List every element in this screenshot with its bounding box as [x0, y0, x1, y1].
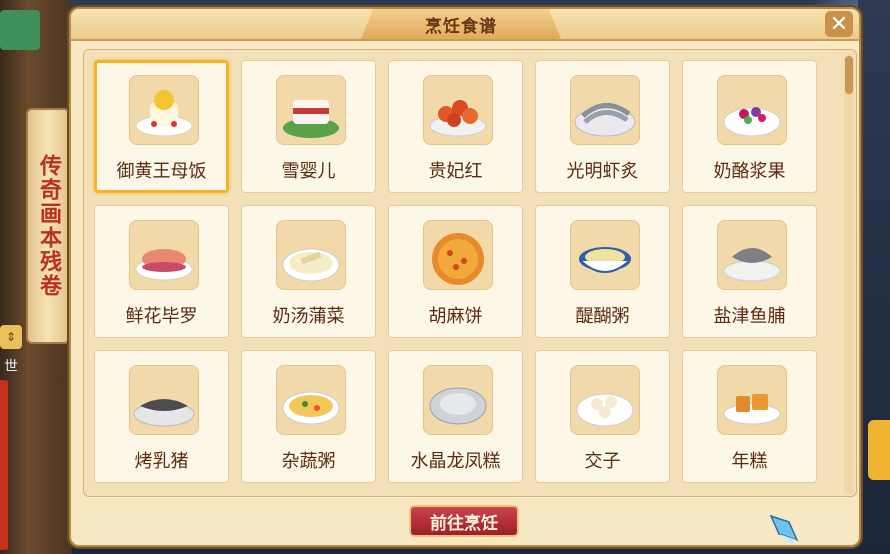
- recipe-cell[interactable]: 奶酪浆果: [682, 60, 817, 193]
- recipe-grid-panel: 御黄王母饭 雪婴儿 贵妃红 光明虾炙 奶酪浆果鲜花毕罗 奶汤蒲菜 胡麻饼 醍醐粥 盐津鱼脯烤乳猪…: [83, 49, 857, 497]
- sesame-pancake-dish-icon: [423, 220, 493, 290]
- recipe-name: 雪婴儿: [281, 161, 336, 182]
- recipe-grid: 御黄王母饭 雪婴儿 贵妃红 光明虾炙 奶酪浆果鲜花毕罗 奶汤蒲菜 胡麻饼 醍醐粥 盐津鱼脯烤乳猪…: [94, 60, 830, 483]
- recipe-cell[interactable]: 雪婴儿: [241, 60, 376, 193]
- scrollbar[interactable]: [844, 54, 854, 494]
- recipe-name: 光明虾炙: [566, 161, 639, 182]
- scrollbar-thumb[interactable]: [845, 56, 853, 94]
- right-hud-icon[interactable]: [868, 420, 890, 480]
- legend-scroll-button[interactable]: 传奇画本残卷: [26, 108, 70, 344]
- go-cook-button[interactable]: 前往烹饪: [409, 505, 519, 537]
- recipe-name: 水晶龙凤糕: [410, 451, 501, 472]
- window-title: 烹饪食谱: [425, 16, 497, 37]
- minimap-corner: [0, 10, 40, 50]
- recipe-cell[interactable]: 贵妃红: [388, 60, 523, 193]
- dumpling-dish-icon: [570, 365, 640, 435]
- crystal-cake-dish-icon: [423, 365, 493, 435]
- recipe-cell[interactable]: 杂蔬粥: [241, 350, 376, 483]
- recipe-cell[interactable]: 年糕: [682, 350, 817, 483]
- grilled-shrimp-dish-icon: [570, 75, 640, 145]
- window-titlebar: 烹饪食谱 ✕: [71, 9, 859, 41]
- title-plate: 烹饪食谱: [361, 9, 561, 39]
- recipe-name: 杂蔬粥: [281, 451, 336, 472]
- close-button[interactable]: ✕: [825, 11, 853, 37]
- white-cake-dish-icon: [276, 75, 346, 145]
- vegetable-porridge-dish-icon: [276, 365, 346, 435]
- close-icon: ✕: [829, 11, 849, 37]
- world-channel-label[interactable]: 世: [4, 356, 18, 376]
- recipe-cell[interactable]: 水晶龙凤糕: [388, 350, 523, 483]
- recipe-name: 胡麻饼: [428, 306, 483, 327]
- updown-arrow-icon[interactable]: ⇕: [0, 325, 22, 349]
- roast-pig-dish-icon: [129, 365, 199, 435]
- berry-bowl-dish-icon: [717, 75, 787, 145]
- dried-fish-dish-icon: [717, 220, 787, 290]
- recipe-name: 醍醐粥: [575, 306, 630, 327]
- recipe-name: 贵妃红: [428, 161, 483, 182]
- recipe-name: 鲜花毕罗: [125, 306, 198, 327]
- recipe-cell[interactable]: 光明虾炙: [535, 60, 670, 193]
- recipe-cell[interactable]: 奶汤蒲菜: [241, 205, 376, 338]
- recipe-cell[interactable]: 盐津鱼脯: [682, 205, 817, 338]
- legend-scroll-label: 传奇画本残卷: [36, 154, 61, 298]
- recipe-cell[interactable]: 御黄王母饭: [94, 60, 229, 193]
- rice-cake-slices-dish-icon: [717, 365, 787, 435]
- crystal-gem-icon[interactable]: [765, 510, 801, 546]
- recipe-name: 盐津鱼脯: [713, 306, 786, 327]
- recipe-name: 奶汤蒲菜: [272, 306, 345, 327]
- recipe-cell[interactable]: 交子: [535, 350, 670, 483]
- rice-cake-dish-icon: [129, 75, 199, 145]
- recipe-cell[interactable]: 烤乳猪: [94, 350, 229, 483]
- milk-soup-dish-icon: [276, 220, 346, 290]
- porridge-bowl-dish-icon: [570, 220, 640, 290]
- recipe-name: 交子: [584, 451, 621, 472]
- recipe-window: 烹饪食谱 ✕ 御黄王母饭 雪婴儿 贵妃红 光明虾炙 奶酪浆果鲜花毕罗 奶汤蒲菜 胡麻饼 醍醐粥…: [69, 7, 861, 547]
- recipe-cell[interactable]: 胡麻饼: [388, 205, 523, 338]
- recipe-name: 年糕: [731, 451, 768, 472]
- recipe-name: 御黄王母饭: [116, 161, 207, 182]
- flower-pastry-dish-icon: [129, 220, 199, 290]
- recipe-cell[interactable]: 鲜花毕罗: [94, 205, 229, 338]
- recipe-cell[interactable]: 醍醐粥: [535, 205, 670, 338]
- red-rope-decoration: [0, 380, 48, 550]
- recipe-name: 奶酪浆果: [713, 161, 786, 182]
- red-pastry-dish-icon: [423, 75, 493, 145]
- recipe-name: 烤乳猪: [134, 451, 189, 472]
